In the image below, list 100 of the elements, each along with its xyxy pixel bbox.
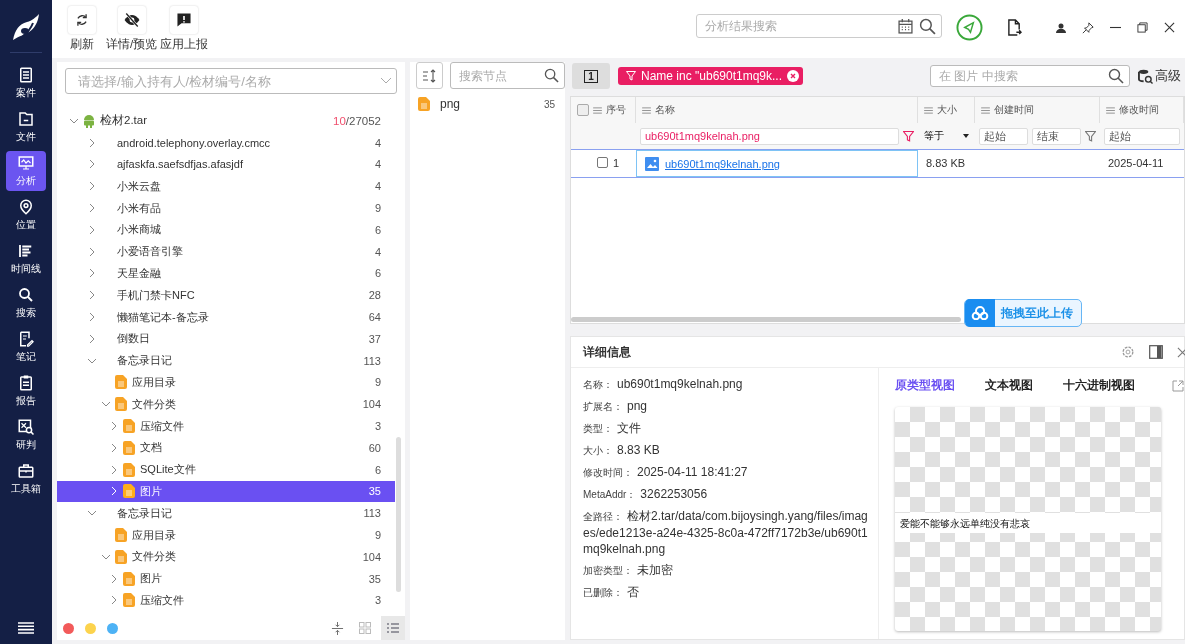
tree-item-label[interactable]: 文档 <box>140 440 162 456</box>
chevron-icon[interactable] <box>87 333 97 344</box>
color-dot[interactable] <box>107 622 118 634</box>
scrollbar[interactable] <box>571 317 961 322</box>
page-button[interactable]: 1 <box>572 63 610 89</box>
settings-icon[interactable] <box>1121 345 1135 359</box>
tree-row[interactable]: 文件分类 104 <box>57 545 395 568</box>
nav-item[interactable]: 时间线 <box>6 239 46 279</box>
tree-item-label[interactable]: 小爱语音引擎 <box>117 244 183 260</box>
nav-item[interactable]: 搜索 <box>6 283 46 323</box>
column-header[interactable]: 序号 <box>606 103 626 117</box>
tree-item-label[interactable]: 图片 <box>140 571 162 587</box>
export-file-icon[interactable] <box>1007 19 1022 36</box>
chevron-icon[interactable] <box>109 442 119 453</box>
view-tab[interactable]: 原类型视图 <box>895 378 955 393</box>
scrollbar[interactable] <box>396 437 401 592</box>
nav-item[interactable]: 报告 <box>6 371 46 411</box>
nav-item[interactable]: 文件 <box>6 107 46 147</box>
select-all-checkbox[interactable] <box>577 104 589 116</box>
tree-item-label[interactable]: 文件分类 <box>132 549 176 565</box>
tree-item-label[interactable]: 文件分类 <box>132 396 176 412</box>
tree-item-label[interactable]: 懒猫笔记本-备忘录 <box>117 309 209 325</box>
tree-item-label[interactable]: android.telephony.overlay.cmcc <box>117 136 271 149</box>
evidence-select-field[interactable]: 请选择/输入持有人/检材编号/名称 <box>65 68 397 94</box>
tree-item-label[interactable]: SQLite文件 <box>140 462 196 478</box>
dropdown-caret-icon[interactable] <box>381 78 391 84</box>
search-icon[interactable] <box>544 68 559 83</box>
external-link-icon[interactable] <box>1172 379 1184 392</box>
close-circle-icon[interactable] <box>787 70 799 82</box>
tree-row[interactable]: 应用目录 9 <box>57 371 395 394</box>
filter-chip[interactable]: Name inc "ub690t1mq9k... <box>618 67 803 85</box>
date-field[interactable]: 结束 <box>1032 127 1081 145</box>
tree-item-label[interactable]: 天星金融 <box>117 265 161 281</box>
tree-item-label[interactable]: 倒数日 <box>117 331 150 347</box>
row-checkbox[interactable] <box>597 157 608 168</box>
tree-item[interactable]: 检材2.tar <box>100 113 147 129</box>
nav-item[interactable]: 工具箱 <box>6 459 46 499</box>
chevron-icon[interactable] <box>109 486 119 497</box>
node-search-field[interactable]: 搜索节点 <box>450 62 565 89</box>
toolbar-button[interactable]: 应用上报 <box>160 6 209 52</box>
tree-row[interactable]: 压缩文件 3 <box>57 415 395 437</box>
tree-item-label[interactable]: 压缩文件 <box>140 418 184 434</box>
column-header[interactable]: 大小 <box>937 103 957 117</box>
date-field[interactable]: 起始 <box>1104 127 1180 145</box>
send-icon[interactable] <box>956 14 983 41</box>
calendar-icon[interactable] <box>898 18 913 34</box>
tree-row[interactable]: 小米商城 6 <box>57 219 395 241</box>
tree-item-label[interactable]: 图片 <box>140 483 162 499</box>
tree-row[interactable]: 备忘录日记 113 <box>57 502 395 525</box>
chevron-icon[interactable] <box>87 312 97 323</box>
tree-row[interactable]: 应用目录 9 <box>57 524 395 546</box>
table-search-field[interactable]: 在 图片 中搜索 <box>930 65 1130 87</box>
nav-item[interactable]: 位置 <box>6 195 46 235</box>
tree-row[interactable]: android.telephony.overlay.cmcc 4 <box>57 131 395 154</box>
tree-row[interactable]: 小米有品 9 <box>57 197 395 219</box>
color-dot[interactable] <box>63 622 74 634</box>
column-header[interactable]: 修改时间 <box>1119 103 1159 117</box>
tree-item-label[interactable]: 小米商城 <box>117 222 161 238</box>
tree-item-label[interactable]: 小米有品 <box>117 200 161 216</box>
advanced-search-button[interactable]: 高级 <box>1138 67 1185 85</box>
node-label[interactable]: png <box>440 97 461 111</box>
tree-row[interactable]: 图片 35 <box>57 567 395 590</box>
tree-item-label[interactable]: 应用目录 <box>132 527 176 543</box>
menu-icon[interactable] <box>18 622 34 634</box>
filter-icon[interactable] <box>903 130 914 142</box>
pin-icon[interactable] <box>1082 21 1094 34</box>
chevron-icon[interactable] <box>87 290 97 301</box>
restore-icon[interactable] <box>1137 22 1148 33</box>
search-icon[interactable] <box>1108 68 1124 84</box>
close-icon[interactable] <box>1164 22 1175 33</box>
tree-row[interactable]: SQLite文件 6 <box>57 458 395 481</box>
tree-item-label[interactable]: 手机门禁卡NFC <box>117 287 195 303</box>
search-field[interactable]: 分析结果搜索 <box>696 14 942 38</box>
chevron-icon[interactable] <box>87 159 97 170</box>
chevron-icon[interactable] <box>109 464 119 475</box>
chevron-icon[interactable] <box>87 181 97 192</box>
tree-item-label[interactable]: 应用目录 <box>132 374 176 390</box>
tree-row[interactable]: 文件分类 104 <box>57 393 395 416</box>
column-header[interactable]: 创建时间 <box>994 103 1034 117</box>
tree-row[interactable]: 小爱语音引擎 4 <box>57 240 395 263</box>
tree-row[interactable]: 备忘录日记 113 <box>57 349 395 372</box>
chevron-icon[interactable] <box>87 246 97 257</box>
date-field[interactable]: 起始 <box>979 127 1028 145</box>
column-header[interactable]: 名称 <box>655 103 675 117</box>
tree-row[interactable]: 图片 35 <box>57 480 395 503</box>
view-tab[interactable]: 十六进制视图 <box>1063 378 1135 393</box>
tree-item-label[interactable]: ajfaskfa.saefsdfjas.afasjdf <box>117 158 243 171</box>
tree-row[interactable]: 懒猫笔记本-备忘录 64 <box>57 306 395 328</box>
name-cell[interactable]: ub690t1mq9kelnah.png <box>636 150 918 177</box>
tree-item-label[interactable]: 小米云盘 <box>117 178 161 194</box>
size-operator-dropdown[interactable]: 等于 <box>922 129 971 143</box>
chevron-icon[interactable] <box>87 137 97 148</box>
file-link[interactable]: ub690t1mq9kelnah.png <box>665 157 780 170</box>
tree-item-label[interactable]: 压缩文件 <box>140 592 184 608</box>
view-tab[interactable]: 文本视图 <box>985 378 1033 393</box>
chevron-icon[interactable] <box>109 595 119 606</box>
tree-item-label[interactable]: 备忘录日记 <box>117 505 172 521</box>
tree-item-label[interactable]: 备忘录日记 <box>117 353 172 369</box>
tree-row[interactable]: 天星金融 6 <box>57 262 395 285</box>
tree-row[interactable]: 倒数日 37 <box>57 327 395 350</box>
